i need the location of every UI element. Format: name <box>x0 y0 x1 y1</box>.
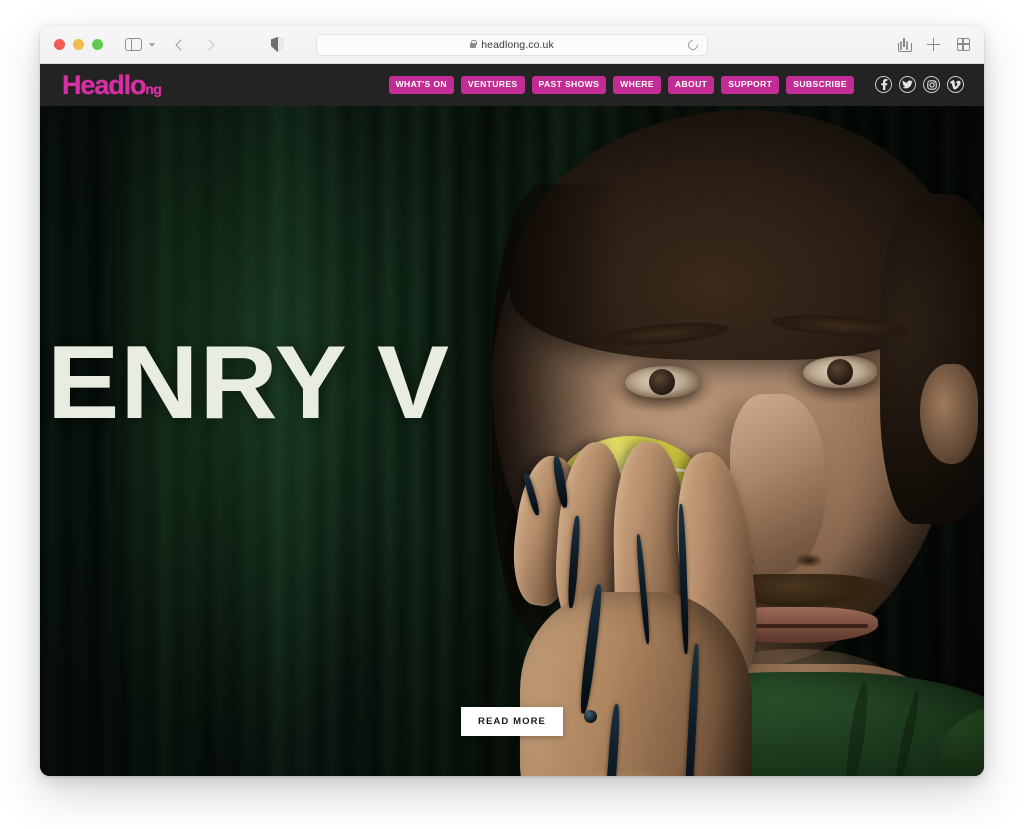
toolbar-right-group <box>898 37 971 52</box>
social-links <box>875 76 964 94</box>
nav-item-subscribe[interactable]: SUBSCRIBE <box>786 76 854 94</box>
logo-text-small: ng <box>145 80 162 97</box>
paint-droplet <box>584 710 597 723</box>
ear <box>920 364 978 464</box>
nostril-right <box>796 554 822 567</box>
logo-text-main: Headlo <box>62 69 147 100</box>
lock-icon <box>470 39 478 48</box>
browser-toolbar: headlong.co.uk <box>40 26 984 64</box>
nav-item-support[interactable]: SUPPORT <box>721 76 780 94</box>
close-window-button[interactable] <box>54 39 65 50</box>
address-bar[interactable]: headlong.co.uk <box>316 33 708 56</box>
website-viewport: HENRY V Headlo ng WHAT'S ON VENTURES PAS… <box>40 64 984 776</box>
main-navigation: WHAT'S ON VENTURES PAST SHOWS WHERE ABOU… <box>388 76 964 94</box>
sidebar-toggle-button[interactable] <box>125 37 155 52</box>
maximize-window-button[interactable] <box>92 39 103 50</box>
portrait-subject <box>40 64 984 776</box>
sidebar-icon <box>125 37 142 52</box>
plus-icon[interactable] <box>927 38 940 51</box>
tab-grid-icon[interactable] <box>956 37 971 52</box>
hair-side <box>880 194 984 524</box>
hero-image <box>40 64 984 776</box>
nav-item-whats-on[interactable]: WHAT'S ON <box>388 76 454 94</box>
instagram-icon[interactable] <box>923 76 940 94</box>
nav-item-about[interactable]: ABOUT <box>667 76 715 94</box>
url-text: headlong.co.uk <box>481 38 554 51</box>
chevron-down-icon[interactable] <box>149 42 155 47</box>
nav-item-past-shows[interactable]: PAST SHOWS <box>531 76 607 94</box>
eye-right <box>803 356 877 388</box>
site-logo[interactable]: Headlo ng <box>62 69 162 100</box>
eye-left <box>625 366 699 398</box>
reload-icon[interactable] <box>685 37 701 52</box>
palm <box>520 592 752 776</box>
site-header: Headlo ng WHAT'S ON VENTURES PAST SHOWS … <box>40 64 984 106</box>
back-arrow-icon[interactable] <box>175 38 187 51</box>
navigation-arrows <box>175 38 215 51</box>
browser-window: headlong.co.uk ENRY V Headlo ng WHAT'S O… <box>40 26 984 776</box>
minimize-window-button[interactable] <box>73 39 84 50</box>
nav-item-ventures[interactable]: VENTURES <box>460 76 525 94</box>
twitter-icon[interactable] <box>899 76 916 94</box>
nav-item-where[interactable]: WHERE <box>613 76 661 94</box>
vimeo-icon[interactable] <box>947 76 964 94</box>
read-more-button[interactable]: READ MORE <box>461 707 563 736</box>
shield-icon[interactable] <box>271 37 284 52</box>
window-controls <box>54 39 103 50</box>
share-icon[interactable] <box>898 37 912 52</box>
forward-arrow-icon[interactable] <box>203 38 215 51</box>
facebook-icon[interactable] <box>875 76 892 94</box>
